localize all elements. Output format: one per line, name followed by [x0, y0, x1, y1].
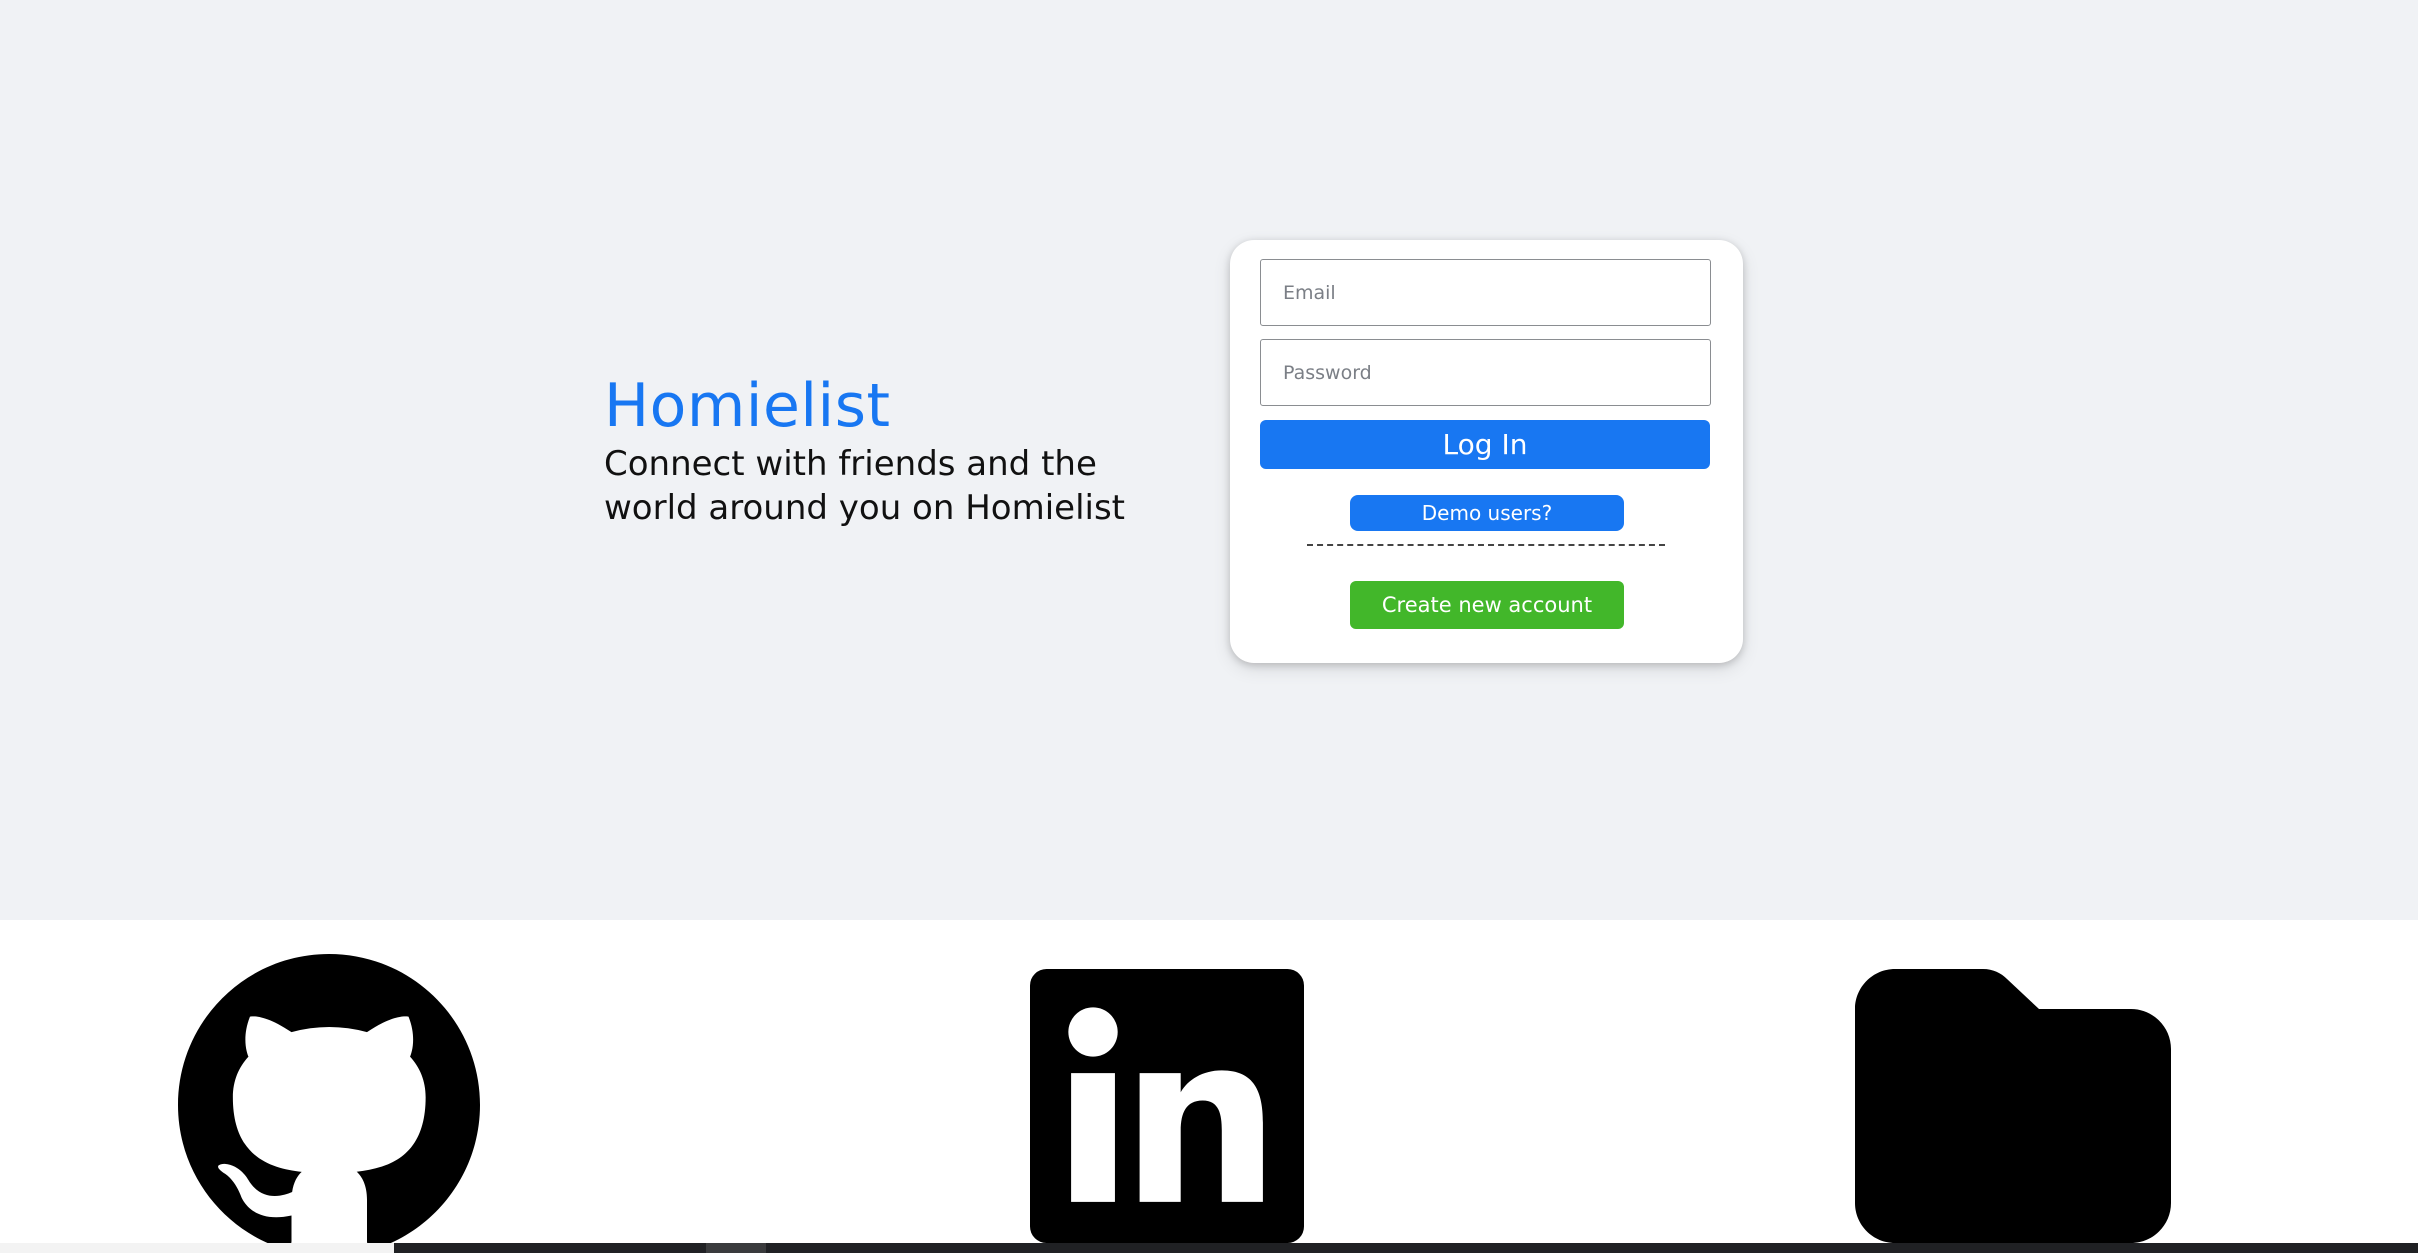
github-link[interactable] [178, 954, 480, 1243]
github-icon [178, 954, 480, 1243]
hero-section: Homielist Connect with friends and the w… [0, 0, 2418, 920]
brand-tagline: Connect with friends and the world aroun… [604, 444, 1126, 528]
brand-title: Homielist [604, 371, 891, 441]
linkedin-icon [1030, 969, 1304, 1243]
demo-users-button[interactable]: Demo users? [1350, 495, 1624, 531]
login-button[interactable]: Log In [1260, 420, 1710, 469]
brand-block: Homielist Connect with friends and the w… [604, 370, 1204, 530]
footer-links [0, 920, 2418, 1243]
login-card: Log In Demo users? Create new account [1230, 240, 1743, 663]
taskbar-search[interactable] [0, 1243, 394, 1253]
linkedin-link[interactable] [1030, 969, 1304, 1243]
email-field[interactable] [1260, 259, 1711, 326]
divider [1307, 544, 1665, 546]
password-field[interactable] [1260, 339, 1711, 406]
folder-link[interactable] [1855, 969, 2171, 1243]
create-account-button[interactable]: Create new account [1350, 581, 1624, 629]
taskbar-app[interactable] [706, 1243, 766, 1253]
page: Homielist Connect with friends and the w… [0, 0, 2418, 1253]
taskbar [0, 1243, 2418, 1253]
folder-icon [1855, 969, 2171, 1243]
